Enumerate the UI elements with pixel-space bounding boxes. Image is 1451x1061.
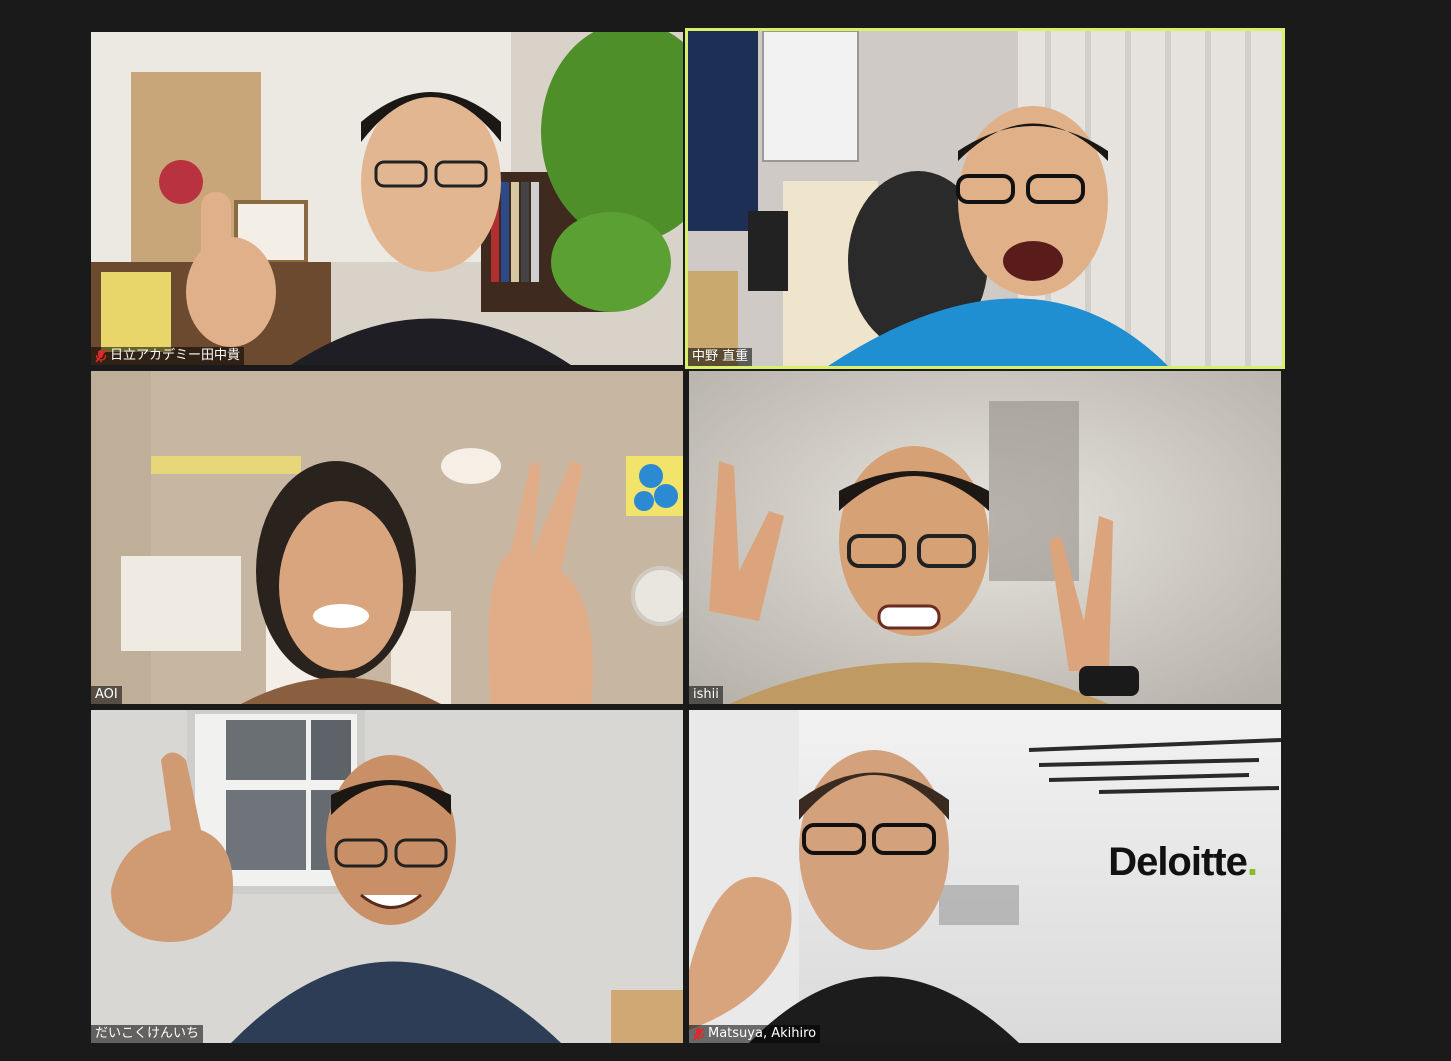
participant-name-3: AOI (95, 687, 118, 702)
participant-tile-1[interactable]: 日立アカデミー田中貴 (91, 32, 683, 365)
video-gallery: 日立アカデミー田中貴 中野 直重 AOI ishii だいこくけんいち Delo… (0, 0, 1451, 1061)
participant-tile-2[interactable]: 中野 直重 (685, 28, 1285, 369)
participant-name-4: ishii (693, 687, 719, 702)
participant-nametag-6: Matsuya, Akihiro (689, 1025, 821, 1043)
participant-name-1: 日立アカデミー田中貴 (110, 348, 241, 363)
participant-tile-5[interactable]: だいこくけんいち (91, 710, 683, 1043)
brand-logo-dot: . (1246, 840, 1258, 884)
participant-name-6: Matsuya, Akihiro (708, 1026, 817, 1041)
participant-name-5: だいこくけんいち (95, 1026, 200, 1041)
participant-tile-4[interactable]: ishii (689, 371, 1281, 704)
participant-video-4 (689, 371, 1281, 704)
participant-video-3 (91, 371, 683, 704)
participant-video-5 (91, 710, 683, 1043)
participant-name-2: 中野 直重 (692, 349, 749, 364)
participant-nametag-4: ishii (689, 686, 723, 704)
participant-nametag-1: 日立アカデミー田中貴 (91, 347, 245, 365)
participant-tile-6[interactable]: Deloitte. Matsuya, Akihiro (689, 710, 1281, 1043)
brand-logo-text: Deloitte (1108, 840, 1248, 884)
participant-tile-3[interactable]: AOI (91, 371, 683, 704)
participant-nametag-5: だいこくけんいち (91, 1025, 204, 1043)
background-brand-logo: Deloitte. (1108, 840, 1258, 885)
participant-nametag-3: AOI (91, 686, 122, 704)
participant-nametag-2: 中野 直重 (688, 348, 753, 366)
microphone-muted-icon (693, 1027, 705, 1041)
participant-video-1 (91, 32, 683, 365)
microphone-muted-icon (95, 349, 107, 363)
participant-video-2 (688, 31, 1282, 366)
